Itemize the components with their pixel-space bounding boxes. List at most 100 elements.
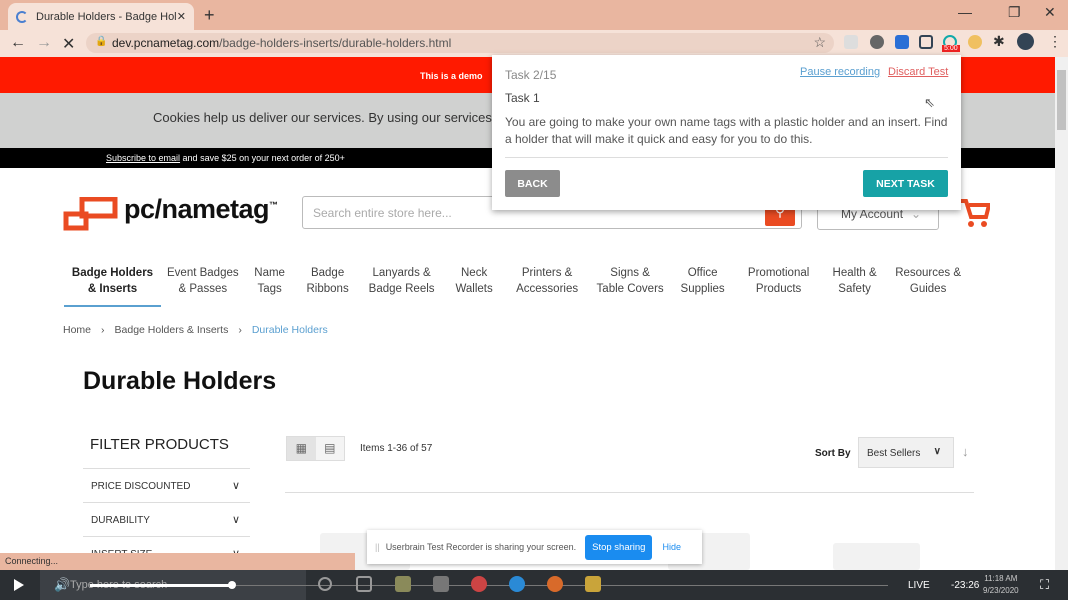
page-title: Durable Holders [83, 367, 277, 395]
menu-item[interactable]: Badge Ribbons [295, 265, 361, 307]
menu-item[interactable]: Event Badges & Passes [161, 265, 245, 307]
chevron-down-icon: ∨ [231, 514, 240, 526]
sort-select[interactable]: Best Sellers ∨ [858, 437, 954, 468]
menu-item-line: Accessories [516, 283, 579, 295]
sort-label: Sort By [815, 448, 851, 459]
hide-button[interactable]: Hide [662, 542, 681, 552]
slider-handle[interactable] [228, 581, 236, 589]
menu-item[interactable]: Office Supplies [672, 265, 734, 307]
menu-item[interactable]: Badge Holders & Inserts [64, 265, 161, 307]
play-icon[interactable] [14, 579, 24, 591]
task-description: You are going to make your own name tags… [505, 115, 948, 146]
menu-item[interactable]: Name Tags [245, 265, 295, 307]
live-indicator[interactable]: LIVE [908, 580, 930, 591]
cart-icon[interactable] [958, 197, 990, 229]
close-tab-icon[interactable]: ✕ [177, 10, 186, 23]
menu-item-line: Ribbons [306, 283, 349, 295]
task-view-icon[interactable] [356, 576, 372, 592]
url-bar[interactable]: 🔒 dev.pcnametag.com/badge-holders-inserts… [86, 33, 834, 53]
discard-test-link[interactable]: Discard Test [888, 66, 948, 78]
scrollbar-thumb[interactable] [1057, 70, 1066, 130]
extension-icon[interactable] [968, 35, 982, 49]
firefox-icon[interactable] [547, 576, 563, 592]
chrome-icon[interactable] [471, 576, 487, 592]
tab-title: Durable Holders - Badge Holders [36, 10, 177, 23]
checkbox-extension-icon[interactable] [919, 35, 933, 49]
back-arrow-icon[interactable]: ← [10, 34, 26, 52]
menu-item-line: Resources & [895, 267, 962, 279]
clock-time: 11:18 AM [984, 574, 1018, 583]
menu-item[interactable]: Signs & Table Covers [589, 265, 672, 307]
filter-heading: FILTER PRODUCTS [90, 436, 229, 453]
search-placeholder: Search entire store here... [313, 206, 452, 220]
clock: 11:18 AM 9/23/2020 [983, 573, 1019, 597]
pause-recording-link[interactable]: Pause recording [800, 66, 880, 78]
menu-item-line: & Inserts [87, 283, 138, 295]
mouse-cursor-icon: ⇖ [924, 95, 935, 110]
filter-price-discounted[interactable]: PRICE DISCOUNTED ∨ [83, 468, 250, 502]
chevron-down-icon: ∨ [231, 480, 240, 492]
screen-share-bar: || Userbrain Test Recorder is sharing you… [367, 530, 702, 564]
edge-icon[interactable] [509, 576, 525, 592]
close-window-button[interactable]: ✕ [1044, 4, 1056, 21]
bookmark-star-icon[interactable]: ☆ [813, 34, 826, 51]
menu-item[interactable]: Printers & Accessories [506, 265, 589, 307]
menu-item-line: Lanyards & [372, 267, 431, 279]
menu-item-line: Neck [461, 267, 488, 279]
chevron-right-icon: › [101, 324, 105, 336]
puzzle-icon[interactable]: ✱ [993, 33, 1005, 50]
menu-item[interactable]: Promotional Products [734, 265, 824, 307]
grid-view-icon[interactable]: ▦ [287, 437, 316, 460]
menu-item[interactable]: Resources & Guides [886, 265, 971, 307]
sort-direction-icon[interactable]: ↓ [962, 444, 969, 459]
volume-icon[interactable]: 🔊 [54, 577, 70, 593]
url-host: dev.pcnametag.com [112, 36, 220, 50]
stop-sharing-button[interactable]: Stop sharing [585, 534, 653, 560]
avatar[interactable] [1017, 33, 1034, 50]
forward-arrow-icon[interactable]: → [36, 34, 52, 52]
filter-durability[interactable]: DURABILITY ∨ [83, 502, 250, 536]
extension-icon[interactable] [844, 35, 858, 49]
minimize-button[interactable]: — [958, 4, 972, 20]
extension-icon[interactable] [895, 35, 909, 49]
scrollbar[interactable] [1055, 57, 1068, 570]
menu-item[interactable]: Health & Safety [824, 265, 886, 307]
share-message: Userbrain Test Recorder is sharing your … [385, 542, 577, 552]
timer-badge: 5:00 [942, 45, 960, 52]
stop-loading-icon[interactable]: ✕ [62, 34, 75, 54]
store-icon[interactable] [395, 576, 411, 592]
volume-slider[interactable] [90, 584, 232, 587]
menu-item-line: Badge Holders [71, 267, 154, 279]
maximize-button[interactable]: ❐ [1008, 4, 1021, 21]
logo-icon[interactable] [63, 197, 119, 233]
menu-item[interactable]: Lanyards & Badge Reels [361, 265, 443, 307]
browser-tab[interactable]: Durable Holders - Badge Holders✕ [8, 3, 194, 30]
extension-icon[interactable] [870, 35, 884, 49]
file-explorer-icon[interactable] [585, 576, 601, 592]
cookie-text: Cookies help us deliver our services. By… [153, 110, 496, 125]
product-image[interactable] [833, 543, 920, 570]
next-task-button[interactable]: NEXT TASK [863, 170, 948, 197]
cortana-icon[interactable] [318, 577, 332, 591]
subscribe-link[interactable]: Subscribe to email [106, 153, 180, 163]
fullscreen-icon[interactable]: ⛶ [1040, 577, 1049, 593]
breadcrumb-category[interactable]: Badge Holders & Inserts [115, 324, 229, 336]
loading-icon [16, 10, 28, 23]
new-tab-button[interactable]: + [204, 5, 215, 26]
chevron-down-icon: ∨ [933, 446, 941, 457]
back-button[interactable]: BACK [505, 170, 560, 197]
divider [505, 157, 948, 158]
menu-item-line: Name [254, 267, 285, 279]
menu-item[interactable]: Neck Wallets [443, 265, 506, 307]
main-menu: Badge Holders & Inserts Event Badges & Pass… [64, 265, 971, 307]
drag-handle-icon[interactable]: || [375, 542, 380, 552]
logo[interactable]: pc/nametag™ [124, 194, 278, 225]
clock-date: 9/23/2020 [983, 586, 1019, 595]
promo-text: and save $25 on your next order of 250+ [180, 153, 345, 163]
menu-item-line: Tags [257, 283, 282, 295]
menu-icon[interactable]: ⋮ [1048, 33, 1062, 50]
breadcrumb-home[interactable]: Home [63, 324, 91, 336]
app-icon[interactable] [433, 576, 449, 592]
list-view-icon[interactable]: ▤ [316, 437, 345, 460]
divider [285, 492, 974, 493]
